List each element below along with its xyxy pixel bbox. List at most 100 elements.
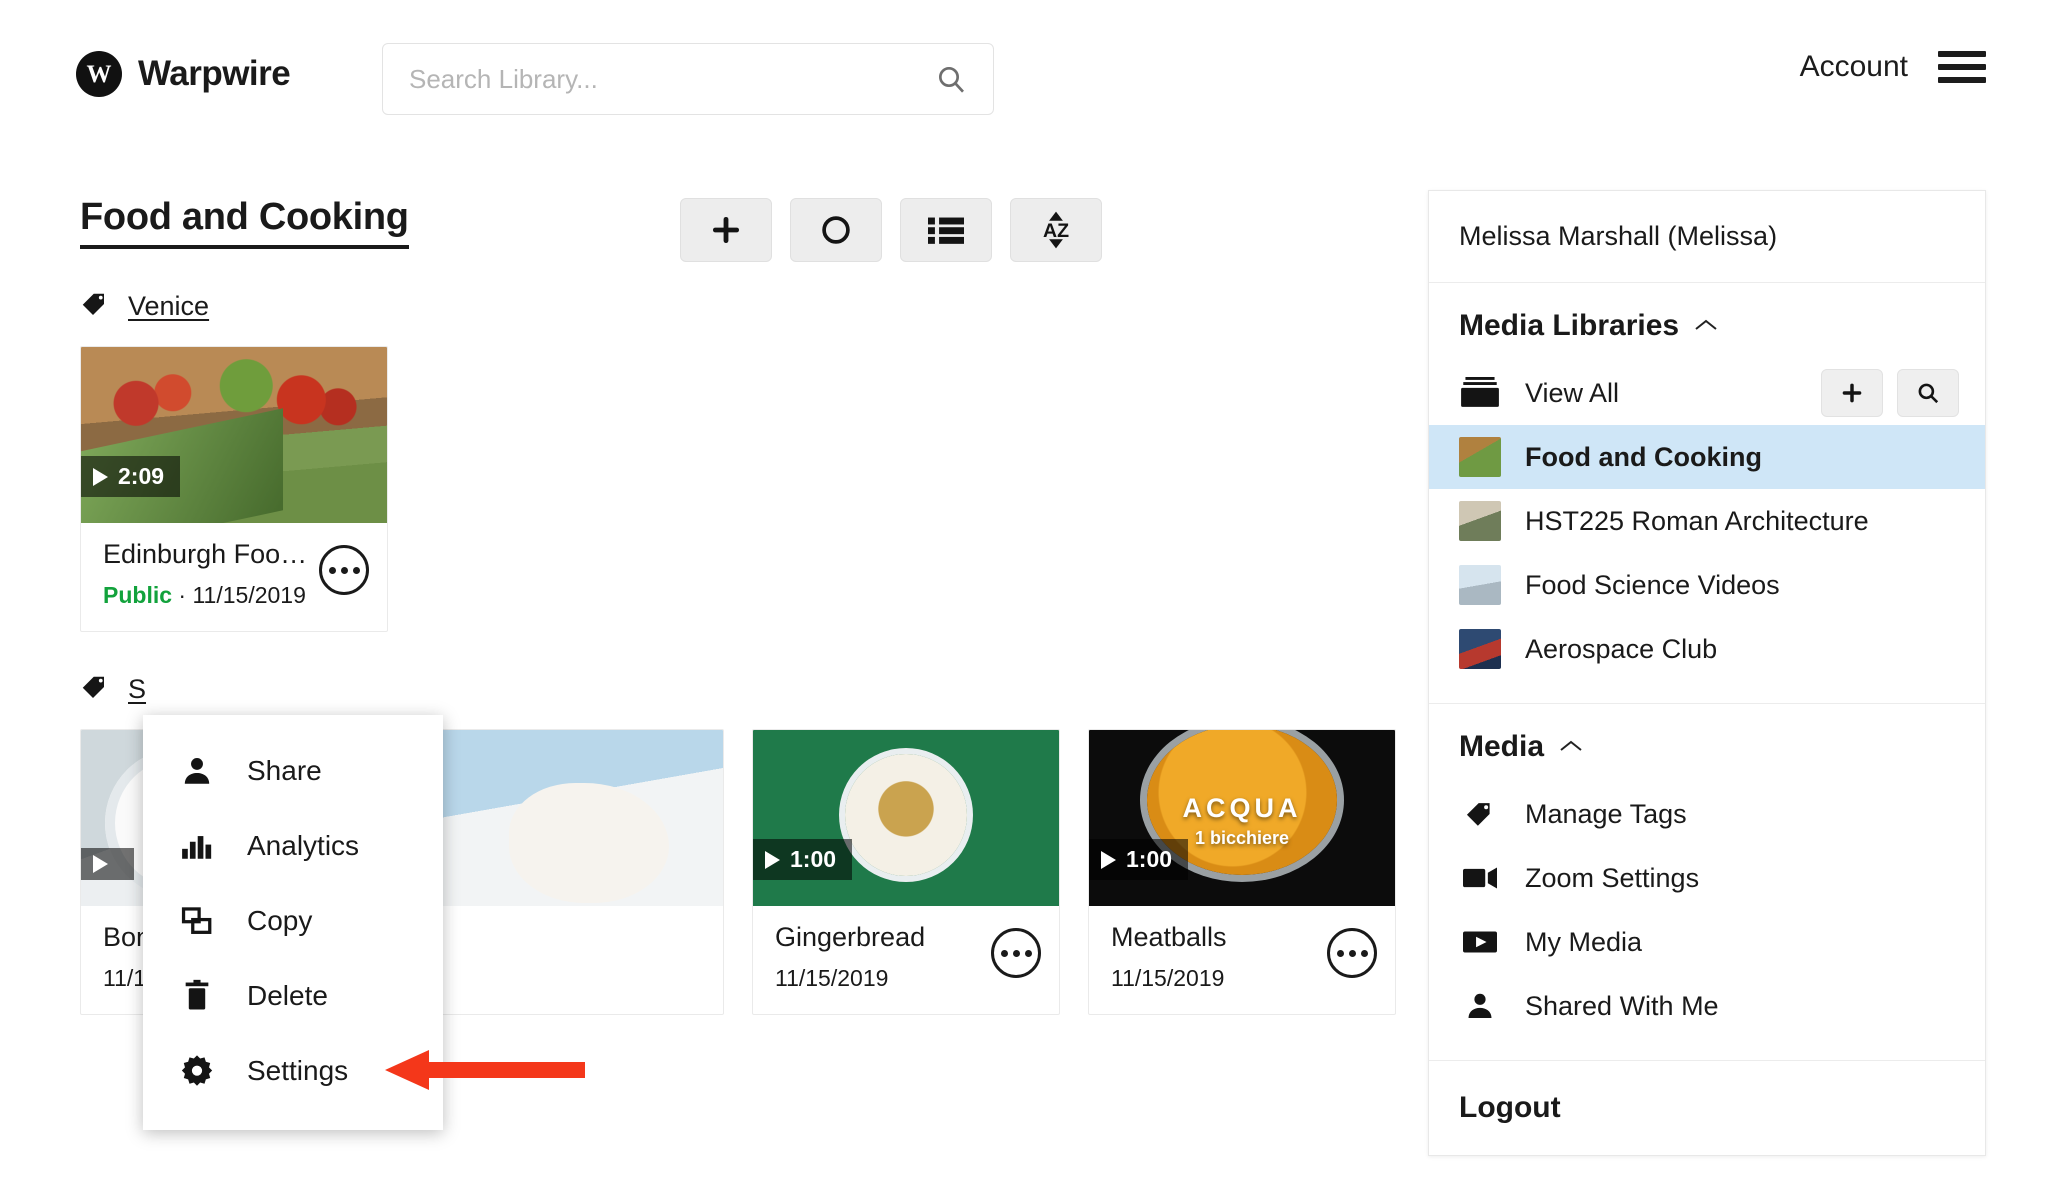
- library-thumbnail: [1459, 565, 1501, 605]
- context-menu-item-share[interactable]: Share: [143, 733, 443, 808]
- media-card-row-1: 2:09 Edinburgh Food Social Public · 11/1…: [80, 346, 1420, 633]
- duration-badge: [81, 848, 134, 881]
- media-title: Edinburgh Food Social: [103, 539, 318, 569]
- video-camera-icon: [1459, 866, 1501, 890]
- tag-icon: [1459, 798, 1501, 830]
- media-thumbnail[interactable]: 1:00: [753, 730, 1059, 907]
- library-actions: [1821, 369, 1959, 417]
- play-icon: [93, 467, 108, 486]
- media-options-button[interactable]: [319, 545, 369, 595]
- media-thumbnail[interactable]: [417, 730, 723, 907]
- media-libraries-title: Media Libraries: [1459, 309, 1680, 342]
- overlay-line-1: ACQUA: [1182, 793, 1302, 824]
- media-libraries-header[interactable]: Media Libraries: [1429, 283, 1985, 361]
- duration-badge: 1:00: [753, 839, 853, 881]
- media-card-body: Edinburgh Food Social Public · 11/15/201…: [81, 523, 387, 631]
- sidebar-item-label: Food and Cooking: [1525, 441, 1762, 472]
- meta-separator: ·: [178, 582, 187, 609]
- search-input[interactable]: [383, 63, 935, 95]
- duration-label: 1:00: [790, 846, 837, 873]
- play-icon: [765, 850, 780, 869]
- library-stack-icon: [1459, 377, 1501, 409]
- tag-icon: [80, 672, 110, 707]
- chevron-up-icon[interactable]: [1558, 736, 1584, 758]
- warpwire-logo-icon: W: [76, 51, 122, 97]
- thumbnail-overlay-text: ACQUA 1 bicchiere: [1089, 793, 1395, 849]
- context-menu-item-delete[interactable]: Delete: [143, 958, 443, 1033]
- sidebar-item-label: View All: [1525, 377, 1620, 408]
- sidebar-item-food-and-cooking[interactable]: Food and Cooking: [1429, 425, 1985, 489]
- tag-label[interactable]: S: [128, 674, 146, 705]
- sidebar-media-libraries-section: Media Libraries View All Food and Cookin…: [1429, 283, 1985, 704]
- brand[interactable]: W Warpwire: [76, 51, 291, 97]
- record-button[interactable]: [790, 198, 882, 262]
- list-view-button[interactable]: [900, 198, 992, 262]
- sidebar-user-name: Melissa Marshall (Melissa): [1429, 191, 1985, 283]
- copy-icon: [177, 904, 217, 938]
- search-icon[interactable]: [935, 63, 967, 95]
- search-box[interactable]: [382, 43, 994, 115]
- sidebar-item-label: My Media: [1525, 926, 1643, 957]
- hamburger-menu-icon[interactable]: [1938, 51, 1986, 83]
- bar-chart-icon: [177, 829, 217, 863]
- tag-group-venice: Venice: [80, 289, 1420, 324]
- person-icon: [177, 754, 217, 788]
- context-menu-label: Delete: [247, 979, 328, 1011]
- media-thumbnail[interactable]: ACQUA 1 bicchiere 1:00: [1089, 730, 1395, 907]
- sidebar-item-shared-with-me[interactable]: Shared With Me: [1429, 974, 1985, 1038]
- brand-name: Warpwire: [138, 54, 291, 93]
- svg-text:AZ: AZ: [1043, 220, 1069, 242]
- library-thumbnail: [1459, 501, 1501, 541]
- person-icon: [1459, 990, 1501, 1022]
- media-title: Meatballs: [1111, 922, 1227, 953]
- media-card[interactable]: 1:00 Gingerbread 11/15/2019: [752, 729, 1060, 1016]
- overlay-line-2: 1 bicchiere: [1194, 828, 1290, 849]
- play-box-icon: [1459, 930, 1501, 954]
- media-title: Media: [1459, 730, 1545, 763]
- context-menu-label: Analytics: [247, 829, 360, 861]
- media-card-body: Meatballs 11/15/2019: [1089, 906, 1395, 1014]
- sidebar-item-label: Manage Tags: [1525, 798, 1687, 829]
- media-card[interactable]: 2:09 Edinburgh Food Social Public · 11/1…: [80, 346, 388, 633]
- trash-icon: [177, 979, 217, 1013]
- sidebar-item-my-media[interactable]: My Media: [1429, 910, 1985, 974]
- sidebar-item-zoom-settings[interactable]: Zoom Settings: [1429, 846, 1985, 910]
- content-toolbar: AZ: [680, 198, 1102, 262]
- annotation-arrow: [385, 1047, 585, 1098]
- media-options-button[interactable]: [991, 928, 1041, 979]
- sidebar-item-hst225-roman-architecture[interactable]: HST225 Roman Architecture: [1429, 489, 1985, 553]
- sidebar-item-food-science-videos[interactable]: Food Science Videos: [1429, 553, 1985, 617]
- add-button[interactable]: [680, 198, 772, 262]
- sidebar-item-label: Food Science Videos: [1525, 569, 1780, 600]
- app-root: W Warpwire Account Food and Cooking: [0, 0, 2048, 1200]
- thumbnail-image: [417, 730, 723, 907]
- media-thumbnail[interactable]: 2:09: [81, 347, 387, 523]
- sidebar-media-section: Media Manage Tags Zoom Settings My Media…: [1429, 704, 1985, 1061]
- duration-badge: 2:09: [81, 456, 181, 497]
- logout-button[interactable]: Logout: [1429, 1061, 1985, 1155]
- media-header[interactable]: Media: [1429, 704, 1985, 782]
- media-card-body: Gingerbread 11/15/2019: [753, 906, 1059, 1014]
- media-card-body: [417, 906, 723, 1002]
- tag-icon: [80, 289, 110, 324]
- media-card[interactable]: ACQUA 1 bicchiere 1:00 Meatballs 11/15/2…: [1088, 729, 1396, 1016]
- sidebar-item-label: Zoom Settings: [1525, 862, 1700, 893]
- sidebar-item-manage-tags[interactable]: Manage Tags: [1429, 782, 1985, 846]
- library-thumbnail: [1459, 629, 1501, 669]
- sidebar-item-aerospace-club[interactable]: Aerospace Club: [1429, 617, 1985, 681]
- duration-label: 1:00: [1126, 846, 1173, 873]
- search-libraries-button[interactable]: [1897, 369, 1959, 417]
- sort-button[interactable]: AZ: [1010, 198, 1102, 262]
- chevron-up-icon[interactable]: [1693, 315, 1719, 337]
- tag-label[interactable]: Venice: [128, 291, 209, 322]
- sidebar-item-label: HST225 Roman Architecture: [1525, 505, 1869, 536]
- library-thumbnail: [1459, 437, 1501, 477]
- media-card[interactable]: [416, 729, 724, 1016]
- add-library-button[interactable]: [1821, 369, 1883, 417]
- context-menu-item-copy[interactable]: Copy: [143, 883, 443, 958]
- context-menu-item-analytics[interactable]: Analytics: [143, 808, 443, 883]
- context-menu-label: Settings: [247, 1054, 349, 1086]
- account-button[interactable]: Account: [1800, 50, 1908, 84]
- sidebar-item-view-all[interactable]: View All: [1429, 361, 1985, 425]
- media-options-button[interactable]: [1327, 928, 1377, 979]
